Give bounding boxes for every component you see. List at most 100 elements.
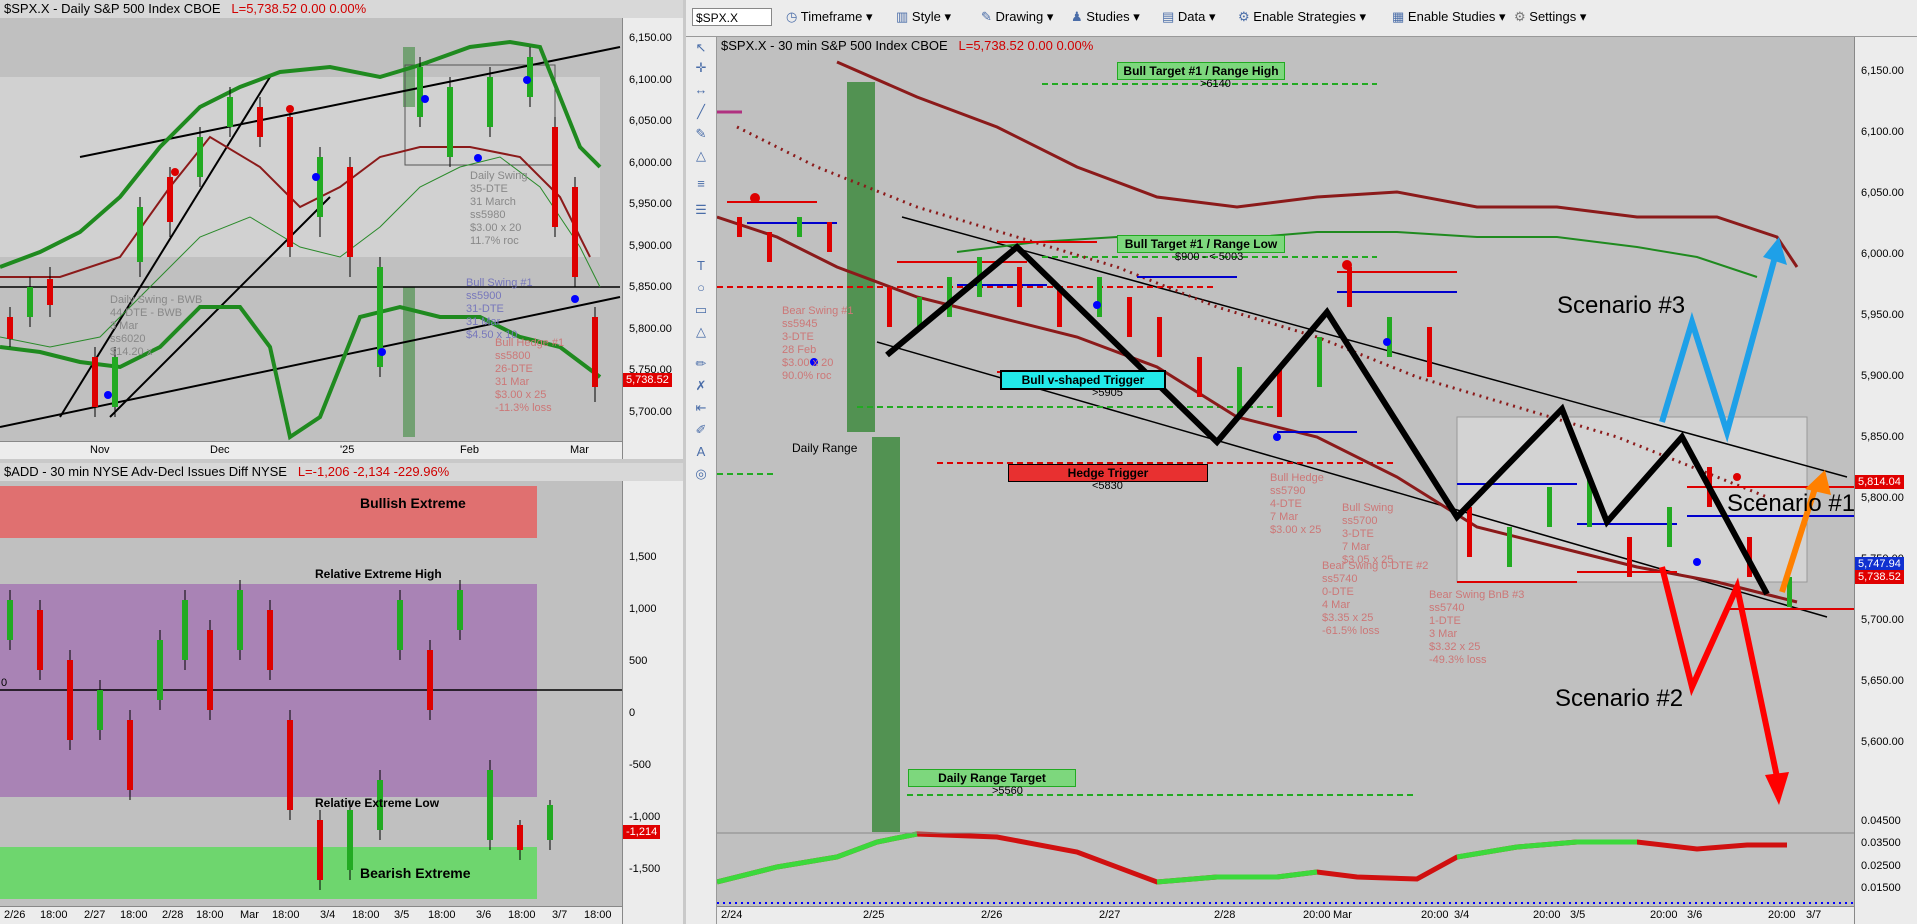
crosshair-icon[interactable]: ✛ [693, 61, 709, 75]
enable-studies-button[interactable]: ▦ Enable Studies ▾ [1392, 9, 1506, 25]
y-label: 0 [629, 707, 636, 719]
drawing-tools-bar: ↖ ✛ ↔ ╱ ✎ △ ≡ ☰ T ○ ▭ △ ✏ ✗ ⇤ ✐ A ◎ [686, 37, 717, 924]
y-label: 5,700.00 [1861, 614, 1904, 626]
bull-target-high-label: Bull Target #1 / Range High [1123, 64, 1279, 78]
y-label: -500 [629, 759, 652, 771]
scenario-2-label: Scenario #2 [1555, 685, 1684, 712]
measure-icon[interactable]: ✏ [693, 357, 709, 371]
scenario-3-label: Scenario #3 [1557, 292, 1686, 319]
pencil-tool-icon[interactable]: ✎ [693, 127, 709, 141]
style-menu[interactable]: ▥ Style ▾ [896, 9, 951, 25]
daily-range-target-label: Daily Range Target [938, 771, 1046, 785]
settings-label: Settings [1529, 9, 1577, 24]
symbol-input[interactable]: $SPX.X [692, 8, 772, 26]
brush-icon[interactable]: ✐ [693, 423, 709, 437]
text-tool-icon[interactable]: T [693, 259, 709, 273]
x-label: 18:00 [120, 909, 148, 921]
bullish-extreme-label: Bullish Extreme [360, 495, 466, 511]
hedge-trigger-label: Hedge Trigger [1067, 466, 1149, 480]
fib-icon[interactable]: ≡ [693, 177, 709, 191]
daily-range-target-value: >5560 [992, 785, 1023, 797]
x-label: 2/26 [981, 909, 1003, 921]
x-label: 20:00 [1650, 909, 1678, 921]
drawing-label: Drawing [995, 9, 1044, 24]
indicator-label: 0.01500 [1861, 882, 1901, 894]
x-label: Dec [210, 444, 230, 456]
scenario-1-label: Scenario #1 [1727, 490, 1856, 517]
daily-range-label: Daily Range [792, 441, 858, 455]
channel-icon[interactable]: ☰ [693, 203, 709, 217]
bull-target-low-label: Bull Target #1 / Range Low [1124, 237, 1278, 251]
circle-tool-icon[interactable]: ○ [693, 281, 709, 295]
gear-icon: ⚙ [1514, 9, 1526, 24]
x-label: 2/26 [4, 909, 26, 921]
x-label: 3/5 [1570, 909, 1586, 921]
data-menu[interactable]: ▤ Data ▾ [1162, 9, 1216, 25]
y-label: -1,500 [629, 863, 661, 875]
daily-time-axis[interactable]: Nov Dec '25 Feb Mar [0, 441, 622, 459]
x-label: 3/6 [476, 909, 492, 921]
x-label: 3/7 [552, 909, 568, 921]
line-tool-icon[interactable]: ╱ [693, 105, 709, 119]
triangle-tool-icon[interactable]: △ [693, 325, 709, 339]
enable-strategies-button[interactable]: ⚙ Enable Strategies ▾ [1238, 9, 1366, 25]
daily-price-axis[interactable]: 6,150.00 6,100.00 6,050.00 6,000.00 5,95… [622, 18, 683, 459]
x-label: 20:00 [1533, 909, 1561, 921]
note-daily-swing-a: Daily Swing 35-DTE 31 March ss5980 $3.00… [470, 170, 528, 247]
note-bull-hedge-b: Bull Hedge ss5790 4-DTE 7 Mar $3.00 x 25 [1270, 472, 1324, 536]
x-label: 20:00 [1303, 909, 1331, 921]
studies-icon: ♟ [1071, 9, 1083, 24]
x-label: 3/5 [394, 909, 410, 921]
label-icon[interactable]: A [693, 445, 709, 459]
y-label: 1,000 [629, 603, 657, 615]
pencil-icon: ✎ [981, 9, 992, 24]
x-label: 18:00 [196, 909, 224, 921]
x-label: Feb [460, 444, 479, 456]
y-label: 1,500 [629, 551, 657, 563]
y-label: 5,900.00 [1861, 370, 1904, 382]
rectangle-tool-icon[interactable]: ▭ [693, 303, 709, 317]
indicator-label: 0.02500 [1861, 860, 1901, 872]
y-label: 6,050.00 [1861, 187, 1904, 199]
x-label: 3/4 [1454, 909, 1470, 921]
bull-target-high-value: >6140 [1200, 78, 1231, 90]
y-label: -1,000 [629, 811, 661, 823]
style-icon: ▥ [896, 9, 909, 24]
y-label: 6,150.00 [1861, 65, 1904, 77]
main-time-axis[interactable]: 2/24 2/25 2/26 2/27 2/28 20:00 Mar 20:00… [717, 906, 1854, 924]
add-value-axis[interactable]: 1,500 1,000 500 0 -500 -1,000 -1,500 -1,… [622, 481, 683, 924]
add-time-axis[interactable]: 2/26 18:00 2/27 18:00 2/28 18:00 Mar 18:… [0, 906, 622, 924]
y-label: 5,600.00 [1861, 736, 1904, 748]
x-label: 2/27 [84, 909, 106, 921]
main-chart-panel[interactable]: $SPX.X - 30 min S&P 500 Index CBOE L=5,7… [717, 37, 1917, 924]
daily-chart-panel[interactable]: $SPX.X - Daily S&P 500 Index CBOE L=5,73… [0, 0, 683, 459]
x-label: 18:00 [428, 909, 456, 921]
timeframe-menu[interactable]: ◷ Timeframe ▾ [786, 9, 873, 25]
studies-label: Studies [1086, 9, 1130, 24]
note-daily-swing-b: Daily Swing - BWB 44 DTE - BWB 3 Mar ss6… [110, 294, 203, 358]
drawing-menu[interactable]: ✎ Drawing ▾ [981, 9, 1053, 25]
cursor-icon[interactable]: ↖ [693, 41, 709, 55]
daily-chart-title: $SPX.X - Daily S&P 500 Index CBOE L=5,73… [0, 0, 683, 18]
add-chart-title: $ADD - 30 min NYSE Adv-Decl Issues Diff … [0, 463, 683, 481]
eraser-icon[interactable]: ✗ [693, 379, 709, 393]
y-label: 5,800.00 [629, 323, 672, 335]
y-label: 6,050.00 [629, 115, 672, 127]
main-price-axis[interactable]: 6,150.00 6,100.00 6,050.00 6,000.00 5,95… [1854, 37, 1917, 924]
enable-studies-label: Enable Studies [1407, 9, 1496, 24]
studies-toggle-icon: ▦ [1392, 9, 1405, 24]
target-icon[interactable]: ◎ [693, 467, 709, 481]
arrow-icon[interactable]: ↔ [693, 83, 709, 97]
price-tag-blue: 5,747.94 [1855, 557, 1904, 571]
clock-icon: ◷ [786, 9, 798, 24]
chart-toolbar: $SPX.X ◷ Timeframe ▾ ▥ Style ▾ ✎ Drawing… [686, 0, 1917, 37]
y-label: 5,650.00 [1861, 675, 1904, 687]
y-label: 5,950.00 [629, 198, 672, 210]
back-icon[interactable]: ⇤ [693, 401, 709, 415]
studies-menu[interactable]: ♟ Studies ▾ [1071, 9, 1140, 25]
x-label: 18:00 [352, 909, 380, 921]
settings-menu[interactable]: ⚙ Settings ▾ [1514, 9, 1586, 25]
add-chart-panel[interactable]: $ADD - 30 min NYSE Adv-Decl Issues Diff … [0, 463, 683, 924]
y-label: 5,850.00 [629, 281, 672, 293]
triangle-icon[interactable]: △ [693, 149, 709, 163]
